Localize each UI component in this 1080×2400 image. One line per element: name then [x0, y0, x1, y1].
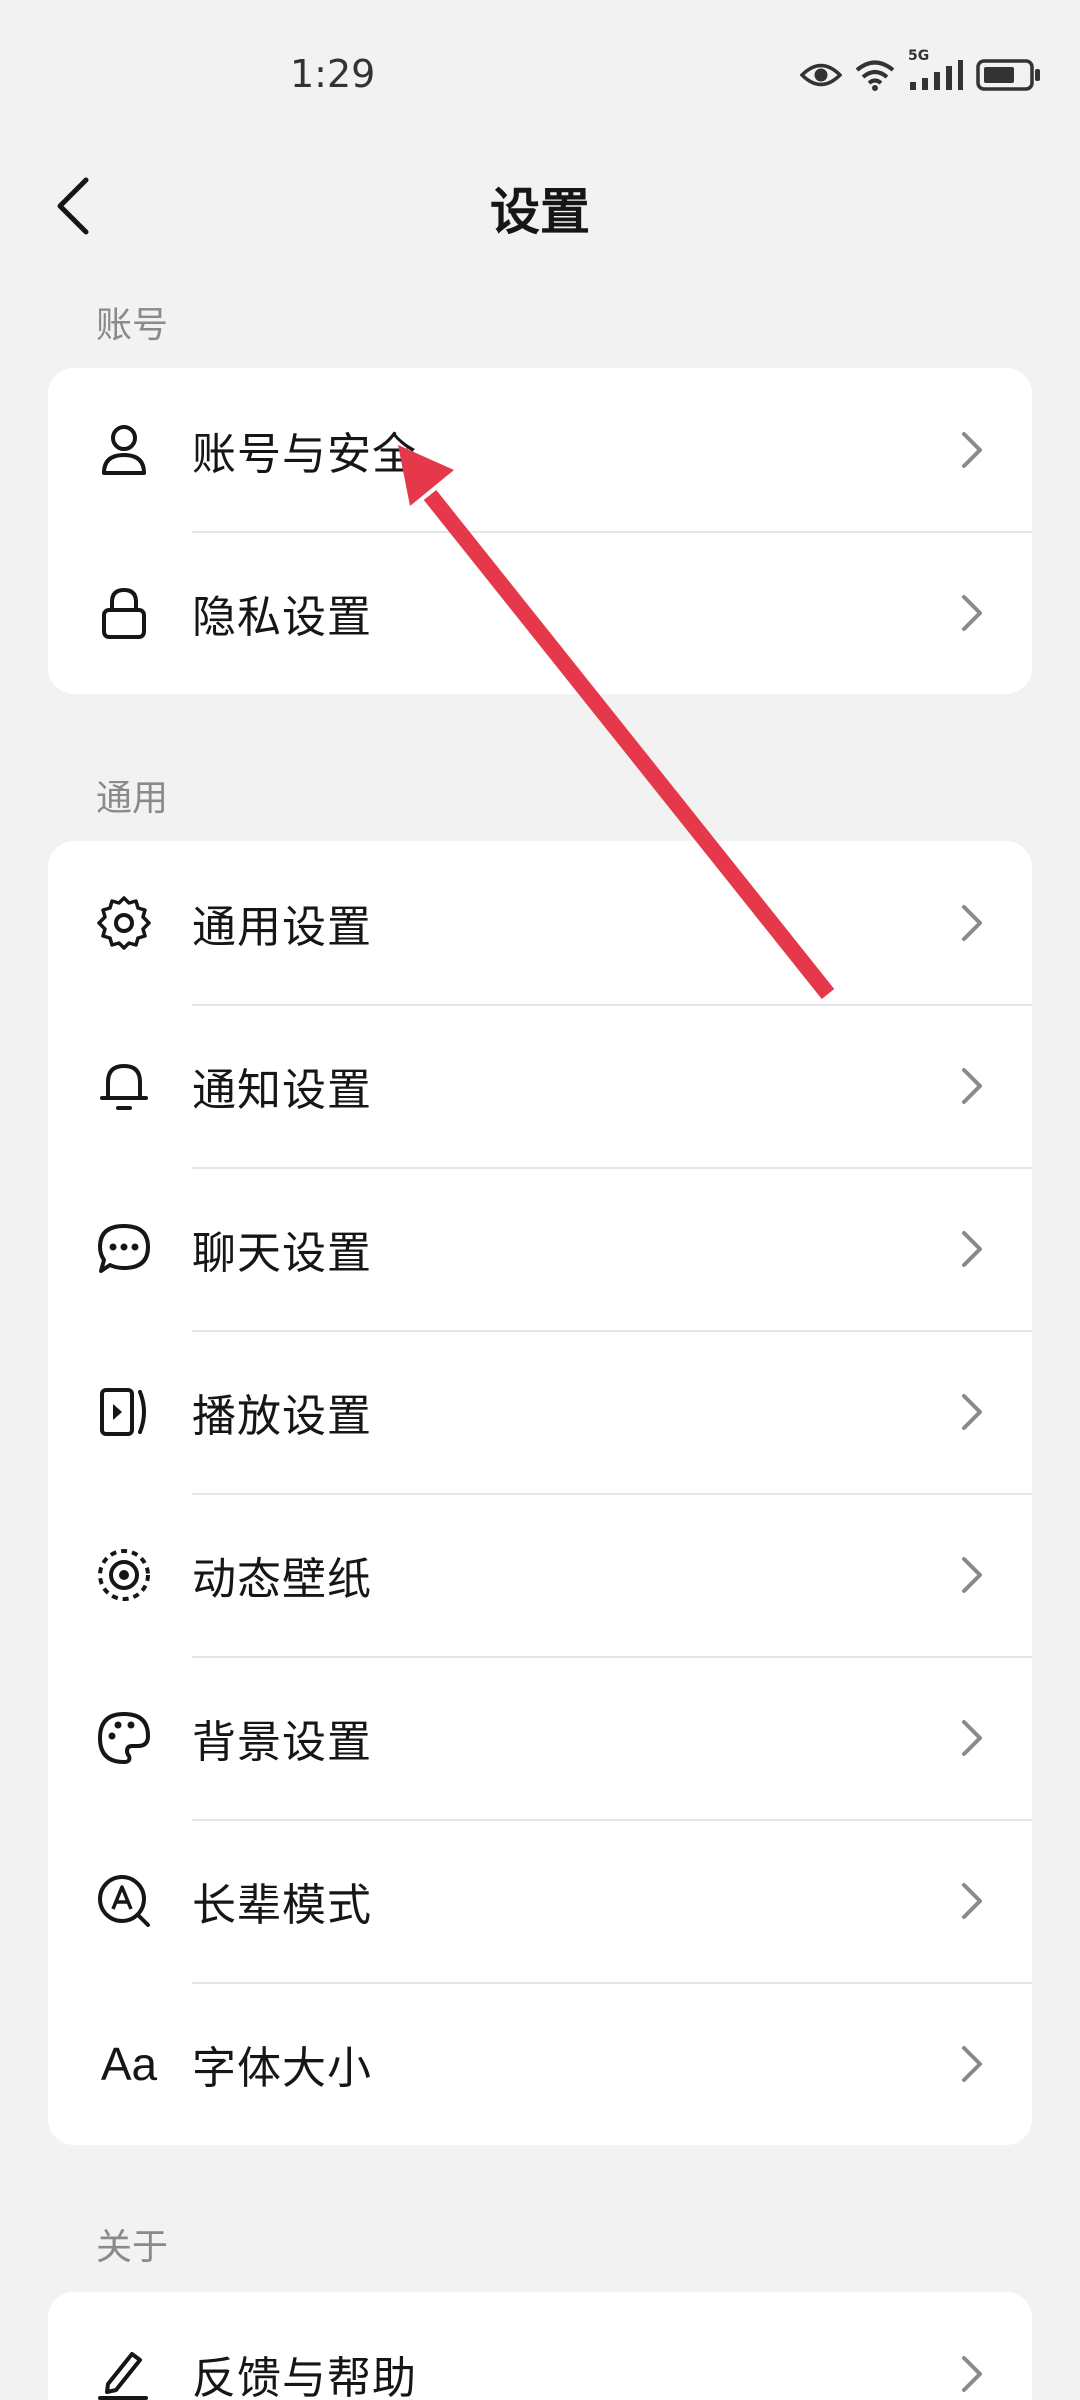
settings-item-chat[interactable]: 聊天设置	[48, 1167, 1032, 1330]
chevron-right-icon	[962, 1882, 982, 1919]
palette-icon	[96, 1710, 152, 1766]
settings-item-live-wallpaper[interactable]: 动态壁纸	[48, 1493, 1032, 1656]
settings-item-label: 字体大小	[192, 2042, 372, 2094]
user-icon	[96, 422, 152, 478]
status-icons: 5G	[800, 48, 1042, 92]
font-size-icon-text: Aa	[100, 2037, 158, 2090]
play-icon	[96, 1384, 152, 1440]
settings-item-privacy[interactable]: 隐私设置	[48, 531, 1032, 694]
settings-item-background[interactable]: 背景设置	[48, 1656, 1032, 1819]
eye-icon	[800, 60, 842, 90]
settings-item-font-size[interactable]: Aa 字体大小	[48, 1982, 1032, 2145]
section-label-about: 关于	[96, 2227, 169, 2268]
chevron-right-icon	[962, 1393, 982, 1430]
gear-icon	[96, 895, 152, 951]
chevron-right-icon	[962, 1719, 982, 1756]
settings-item-feedback[interactable]: 反馈与帮助	[48, 2292, 1032, 2400]
settings-item-label: 聊天设置	[192, 1227, 372, 1279]
bell-icon	[96, 1058, 152, 1114]
chevron-right-icon	[962, 594, 982, 631]
settings-item-label: 隐私设置	[192, 591, 372, 643]
chevron-right-icon	[962, 1067, 982, 1104]
live-wallpaper-icon	[96, 1547, 152, 1603]
settings-item-label: 通知设置	[192, 1064, 372, 1116]
settings-item-account-security[interactable]: 账号与安全	[48, 368, 1032, 531]
elder-mode-icon	[96, 1873, 152, 1929]
settings-item-playback[interactable]: 播放设置	[48, 1330, 1032, 1493]
settings-item-notification[interactable]: 通知设置	[48, 1004, 1032, 1167]
settings-item-label: 背景设置	[192, 1716, 372, 1768]
wifi-icon	[854, 58, 896, 92]
chevron-right-icon	[962, 2355, 982, 2392]
settings-item-label: 反馈与帮助	[192, 2352, 417, 2400]
general-card: 通用设置 通知设置 聊天设置 播放设置 动态壁纸 背景设置 长辈模式 Aa 字体…	[48, 841, 1032, 2145]
chat-bubble-icon	[96, 1221, 152, 1277]
section-label-account: 账号	[96, 305, 169, 346]
settings-item-elder-mode[interactable]: 长辈模式	[48, 1819, 1032, 1982]
settings-item-label: 账号与安全	[192, 428, 417, 480]
cellular-signal-icon: 5G	[908, 48, 964, 92]
chevron-right-icon	[962, 431, 982, 468]
settings-item-label: 播放设置	[192, 1390, 372, 1442]
chevron-right-icon	[962, 1556, 982, 1593]
page-title: 设置	[490, 183, 590, 241]
account-card: 账号与安全 隐私设置	[48, 368, 1032, 694]
battery-icon	[976, 58, 1042, 92]
network-type-label: 5G	[908, 48, 930, 64]
chevron-right-icon	[962, 904, 982, 941]
settings-item-label: 通用设置	[192, 901, 372, 953]
lock-icon	[96, 585, 152, 641]
settings-item-label: 动态壁纸	[192, 1553, 372, 1605]
font-size-icon: Aa	[94, 2036, 164, 2092]
chevron-right-icon	[962, 2045, 982, 2082]
status-time: 1:29	[290, 52, 376, 96]
settings-item-label: 长辈模式	[192, 1879, 372, 1931]
section-label-general: 通用	[96, 778, 169, 819]
header: 设置	[0, 150, 1080, 260]
settings-item-general[interactable]: 通用设置	[48, 841, 1032, 1004]
chevron-right-icon	[962, 1230, 982, 1267]
status-bar: 1:29 5G	[0, 0, 1080, 150]
pencil-icon	[96, 2346, 152, 2400]
about-card: 反馈与帮助	[48, 2292, 1032, 2400]
